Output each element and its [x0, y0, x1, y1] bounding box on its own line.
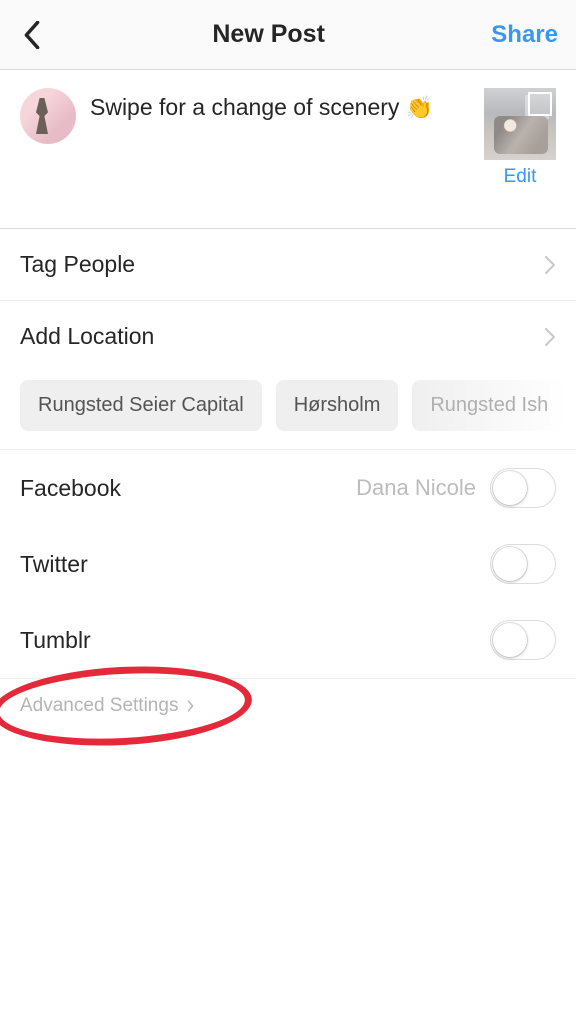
location-chip[interactable]: Rungsted Ish [412, 380, 566, 431]
clap-emoji: 👏 [406, 95, 433, 120]
caption-input[interactable]: Swipe for a change of scenery 👏 [90, 88, 470, 123]
chevron-right-icon [544, 327, 556, 347]
add-location-label: Add Location [20, 323, 154, 350]
location-chip[interactable]: Hørsholm [276, 380, 399, 431]
share-facebook-row: Facebook Dana Nicole [0, 450, 576, 526]
tumblr-toggle[interactable] [490, 620, 556, 660]
caption-text: Swipe for a change of scenery [90, 94, 399, 120]
edit-thumbnail-link[interactable]: Edit [504, 166, 537, 188]
tumblr-label: Tumblr [20, 627, 91, 654]
share-tumblr-row: Tumblr [0, 602, 576, 678]
share-twitter-row: Twitter [0, 526, 576, 602]
chevron-right-icon [544, 255, 556, 275]
facebook-label: Facebook [20, 475, 121, 502]
facebook-toggle[interactable] [490, 468, 556, 508]
advanced-settings-link[interactable]: Advanced Settings [20, 695, 195, 717]
location-suggestions: Rungsted Seier Capital Hørsholm Rungsted… [0, 372, 576, 450]
add-location-row[interactable]: Add Location [0, 301, 576, 372]
twitter-label: Twitter [20, 551, 88, 578]
tag-people-row[interactable]: Tag People [0, 229, 576, 301]
facebook-account: Dana Nicole [356, 475, 476, 501]
location-chip[interactable]: Rungsted Seier Capital [20, 380, 262, 431]
advanced-settings-label: Advanced Settings [20, 695, 178, 717]
caption-section: Swipe for a change of scenery 👏 Edit [0, 70, 576, 200]
twitter-toggle[interactable] [490, 544, 556, 584]
chevron-right-icon [186, 699, 195, 713]
chevron-left-icon [23, 21, 41, 49]
post-thumbnail[interactable] [484, 88, 556, 160]
tag-people-label: Tag People [20, 251, 135, 278]
page-title: New Post [212, 20, 325, 49]
profile-avatar [20, 88, 76, 144]
back-button[interactable] [18, 21, 46, 49]
share-button[interactable]: Share [491, 21, 558, 49]
